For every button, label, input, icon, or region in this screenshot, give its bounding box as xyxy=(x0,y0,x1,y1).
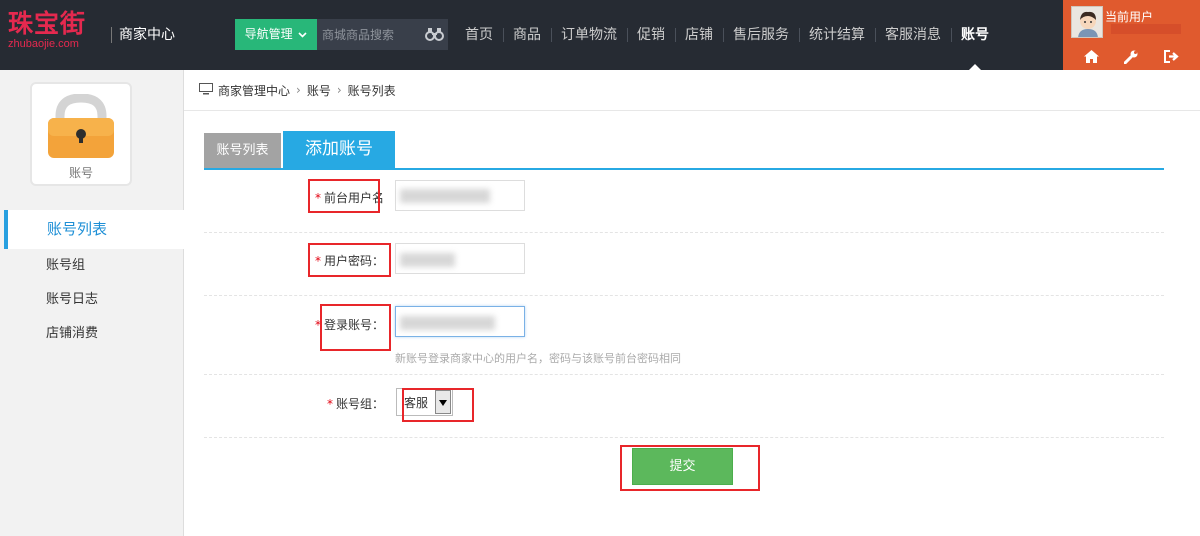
menu-item-orders[interactable]: 订单物流 xyxy=(551,0,627,70)
highlight-submit-button xyxy=(620,445,760,491)
sidebar-list: 账号列表 账号组 账号日志 店铺消费 xyxy=(4,210,184,351)
nav-manage-button[interactable]: 导航管理 xyxy=(235,19,317,50)
redacted-value xyxy=(400,253,455,267)
user-panel: 当前用户 xyxy=(1063,0,1200,70)
breadcrumb-separator: › xyxy=(296,83,301,97)
binoculars-icon[interactable] xyxy=(425,27,444,45)
username-input[interactable] xyxy=(395,180,525,211)
menu-item-store[interactable]: 店铺 xyxy=(675,0,723,70)
tab-add-account[interactable]: 添加账号 xyxy=(283,131,395,168)
highlight-password-label xyxy=(308,243,391,277)
password-input[interactable] xyxy=(395,243,525,274)
redacted-value xyxy=(400,316,495,330)
lock-icon xyxy=(48,93,114,162)
login-account-input[interactable] xyxy=(395,306,525,337)
menu-item-statistics[interactable]: 统计结算 xyxy=(799,0,875,70)
avatar[interactable] xyxy=(1071,6,1103,38)
highlight-group-select xyxy=(402,388,474,422)
menu-item-after-sales[interactable]: 售后服务 xyxy=(723,0,799,70)
username-redacted xyxy=(1111,24,1181,34)
sidebar-item-account-list[interactable]: 账号列表 xyxy=(4,210,184,249)
logo[interactable]: 珠宝街 zhubaojie.com xyxy=(8,9,88,51)
module-label: 账号 xyxy=(68,166,93,180)
monitor-icon xyxy=(199,82,213,98)
logo-domain: zhubaojie.com xyxy=(8,38,79,50)
sidebar: 账号 账号列表 账号组 账号日志 店铺消费 xyxy=(0,70,184,536)
group-label: * 账号组： xyxy=(327,395,384,412)
highlight-login-label xyxy=(320,304,391,351)
current-user-label: 当前用户 xyxy=(1105,10,1154,24)
main-menu: 首页 商品 订单物流 促销 店铺 售后服务 统计结算 客服消息 账号 xyxy=(455,0,999,70)
logo-text: 珠宝街 xyxy=(8,9,87,38)
group-label-text: 账号组： xyxy=(335,397,384,411)
menu-item-account[interactable]: 账号 xyxy=(951,0,999,70)
menu-item-home[interactable]: 首页 xyxy=(455,0,503,70)
breadcrumb-home[interactable]: 商家管理中心 xyxy=(218,82,290,99)
sidebar-item-account-log[interactable]: 账号日志 xyxy=(4,283,184,317)
menu-item-promotion[interactable]: 促销 xyxy=(627,0,675,70)
account-module-card: 账号 xyxy=(30,82,132,186)
sidebar-item-account-group[interactable]: 账号组 xyxy=(4,249,184,283)
nav-manage-label: 导航管理 xyxy=(244,27,293,41)
chevron-down-icon xyxy=(298,19,307,50)
form-row-group: * 账号组： xyxy=(204,375,1164,438)
search-input[interactable] xyxy=(317,19,427,50)
required-mark: * xyxy=(326,397,333,411)
redacted-value xyxy=(400,189,490,203)
breadcrumb-current: 账号列表 xyxy=(347,83,396,98)
sidebar-item-store-spending[interactable]: 店铺消费 xyxy=(4,317,184,351)
breadcrumb-account[interactable]: 账号 xyxy=(307,82,331,99)
menu-item-goods[interactable]: 商品 xyxy=(503,0,551,70)
breadcrumb: 商家管理中心 › 账号 › 账号列表 xyxy=(184,70,1200,111)
center-title: 商家中心 xyxy=(111,27,175,43)
wrench-icon[interactable] xyxy=(1123,50,1138,68)
home-icon[interactable] xyxy=(1083,50,1099,68)
top-bar: 珠宝街 zhubaojie.com 商家中心 导航管理 首页 商品 订单物流 促… xyxy=(0,0,1200,70)
menu-item-service[interactable]: 客服消息 xyxy=(875,0,951,70)
login-hint: 新账号登录商家中心的用户名，密码与该账号前台密码相同 xyxy=(395,352,681,365)
breadcrumb-separator: › xyxy=(336,83,342,97)
logout-icon[interactable] xyxy=(1164,50,1179,68)
user-actions xyxy=(1063,50,1200,68)
tab-bar: 账号列表 添加账号 xyxy=(204,131,1164,170)
tab-account-list[interactable]: 账号列表 xyxy=(204,133,281,168)
search-box xyxy=(317,19,448,50)
highlight-username-label xyxy=(308,179,380,213)
